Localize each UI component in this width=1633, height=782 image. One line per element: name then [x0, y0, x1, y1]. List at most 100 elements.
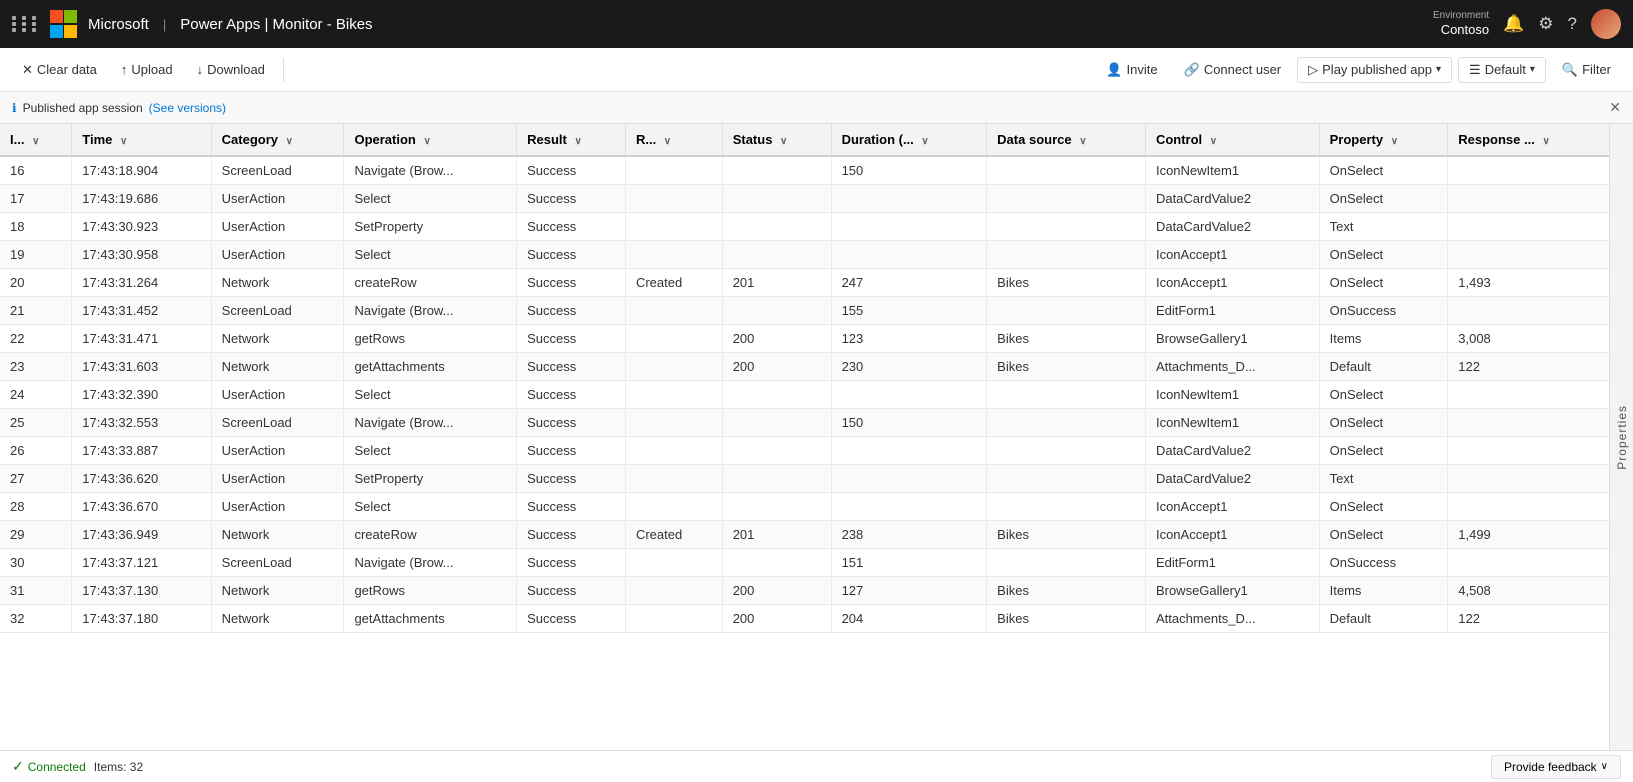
table-row[interactable]: 3117:43:37.130NetworkgetRowsSuccess20012… — [0, 577, 1609, 605]
download-button[interactable]: ↓ Download — [187, 58, 275, 81]
table-row[interactable]: 3217:43:37.180NetworkgetAttachmentsSucce… — [0, 605, 1609, 633]
table-row[interactable]: 2117:43:31.452ScreenLoadNavigate (Brow..… — [0, 297, 1609, 325]
cell-id: 30 — [0, 549, 72, 577]
cell-result: Success — [517, 521, 626, 549]
table-area: I... ∨ Time ∨ Category ∨ Operation ∨ Res… — [0, 124, 1633, 750]
settings-icon[interactable]: ⚙ — [1538, 14, 1553, 34]
default-button[interactable]: ☰ Default ▾ — [1458, 57, 1546, 83]
properties-panel-toggle[interactable]: Properties — [1609, 124, 1633, 750]
table-row[interactable]: 2817:43:36.670UserActionSelectSuccessIco… — [0, 493, 1609, 521]
col-header-r[interactable]: R... ∨ — [625, 124, 722, 156]
cell-property: Default — [1319, 353, 1448, 381]
avatar[interactable] — [1591, 9, 1621, 39]
provide-feedback-button[interactable]: Provide feedback ∨ — [1491, 755, 1621, 779]
see-versions-link[interactable]: (See versions) — [149, 101, 226, 115]
cell-duration: 127 — [831, 577, 987, 605]
cell-category: ScreenLoad — [211, 297, 344, 325]
cell-status — [722, 213, 831, 241]
col-header-control[interactable]: Control ∨ — [1145, 124, 1319, 156]
col-header-property[interactable]: Property ∨ — [1319, 124, 1448, 156]
cell-datasource: Bikes — [987, 605, 1146, 633]
col-header-status[interactable]: Status ∨ — [722, 124, 831, 156]
table-row[interactable]: 2517:43:32.553ScreenLoadNavigate (Brow..… — [0, 409, 1609, 437]
connect-user-button[interactable]: 🔗 Connect user — [1174, 58, 1292, 82]
cell-datasource — [987, 437, 1146, 465]
cell-operation: SetProperty — [344, 465, 517, 493]
cell-control: DataCardValue2 — [1145, 213, 1319, 241]
upload-button[interactable]: ↑ Upload — [111, 58, 183, 81]
table-row[interactable]: 1717:43:19.686UserActionSelectSuccessDat… — [0, 185, 1609, 213]
cell-property: OnSelect — [1319, 241, 1448, 269]
col-header-response[interactable]: Response ... ∨ — [1448, 124, 1609, 156]
cell-operation: Select — [344, 493, 517, 521]
table-row[interactable]: 1917:43:30.958UserActionSelectSuccessIco… — [0, 241, 1609, 269]
invite-button[interactable]: 👤 Invite — [1096, 58, 1167, 82]
col-header-datasource[interactable]: Data source ∨ — [987, 124, 1146, 156]
items-count: Items: 32 — [94, 760, 143, 774]
table-row[interactable]: 2017:43:31.264NetworkcreateRowSuccessCre… — [0, 269, 1609, 297]
cell-property: OnSuccess — [1319, 549, 1448, 577]
cell-r — [625, 381, 722, 409]
col-header-result[interactable]: Result ∨ — [517, 124, 626, 156]
table-row[interactable]: 3017:43:37.121ScreenLoadNavigate (Brow..… — [0, 549, 1609, 577]
cell-result: Success — [517, 577, 626, 605]
cell-id: 22 — [0, 325, 72, 353]
col-header-operation[interactable]: Operation ∨ — [344, 124, 517, 156]
cell-control: Attachments_D... — [1145, 605, 1319, 633]
clear-data-button[interactable]: ✕ Clear data — [12, 58, 107, 82]
table-row[interactable]: 1617:43:18.904ScreenLoadNavigate (Brow..… — [0, 156, 1609, 185]
cell-property: Default — [1319, 605, 1448, 633]
table-row[interactable]: 2617:43:33.887UserActionSelectSuccessDat… — [0, 437, 1609, 465]
cell-response — [1448, 493, 1609, 521]
toolbar-separator — [283, 58, 284, 82]
cell-r: Created — [625, 521, 722, 549]
cell-time: 17:43:36.620 — [72, 465, 211, 493]
cell-response — [1448, 156, 1609, 185]
cell-time: 17:43:33.887 — [72, 437, 211, 465]
cell-control: DataCardValue2 — [1145, 437, 1319, 465]
notification-icon[interactable]: 🔔 — [1503, 14, 1524, 34]
cell-category: UserAction — [211, 381, 344, 409]
table-row[interactable]: 2417:43:32.390UserActionSelectSuccessIco… — [0, 381, 1609, 409]
cell-control: BrowseGallery1 — [1145, 325, 1319, 353]
table-row[interactable]: 2317:43:31.603NetworkgetAttachmentsSucce… — [0, 353, 1609, 381]
play-published-app-button[interactable]: ▷ Play published app ▾ — [1297, 57, 1452, 83]
table-row[interactable]: 1817:43:30.923UserActionSetPropertySucce… — [0, 213, 1609, 241]
cell-response: 1,499 — [1448, 521, 1609, 549]
title-separator: | — [163, 17, 166, 32]
cell-control: IconNewItem1 — [1145, 156, 1319, 185]
cell-property: OnSelect — [1319, 156, 1448, 185]
cell-time: 17:43:31.471 — [72, 325, 211, 353]
cell-id: 29 — [0, 521, 72, 549]
connect-icon: 🔗 — [1184, 62, 1200, 78]
cell-time: 17:43:32.390 — [72, 381, 211, 409]
cell-status — [722, 185, 831, 213]
table-row[interactable]: 2717:43:36.620UserActionSetPropertySucce… — [0, 465, 1609, 493]
cell-duration — [831, 185, 987, 213]
cell-operation: Navigate (Brow... — [344, 156, 517, 185]
cell-status: 200 — [722, 325, 831, 353]
help-icon[interactable]: ? — [1568, 14, 1577, 34]
table-scroll-area[interactable]: I... ∨ Time ∨ Category ∨ Operation ∨ Res… — [0, 124, 1609, 750]
cell-result: Success — [517, 325, 626, 353]
cell-operation: getAttachments — [344, 605, 517, 633]
col-header-time[interactable]: Time ∨ — [72, 124, 211, 156]
cell-operation: Select — [344, 381, 517, 409]
table-row[interactable]: 2917:43:36.949NetworkcreateRowSuccessCre… — [0, 521, 1609, 549]
col-header-category[interactable]: Category ∨ — [211, 124, 344, 156]
cell-category: UserAction — [211, 185, 344, 213]
cell-duration — [831, 437, 987, 465]
apps-grid-icon[interactable] — [12, 16, 40, 32]
cell-control: IconAccept1 — [1145, 241, 1319, 269]
cell-status: 200 — [722, 577, 831, 605]
connection-status: ✓ Connected — [12, 758, 86, 775]
infobar-close-button[interactable]: ✕ — [1609, 99, 1621, 116]
default-chevron-icon: ▾ — [1530, 64, 1535, 75]
table-row[interactable]: 2217:43:31.471NetworkgetRowsSuccess20012… — [0, 325, 1609, 353]
cell-property: OnSuccess — [1319, 297, 1448, 325]
filter-button[interactable]: 🔍 Filter — [1552, 58, 1621, 82]
col-header-id[interactable]: I... ∨ — [0, 124, 72, 156]
cell-operation: createRow — [344, 269, 517, 297]
cell-datasource — [987, 409, 1146, 437]
col-header-duration[interactable]: Duration (... ∨ — [831, 124, 987, 156]
